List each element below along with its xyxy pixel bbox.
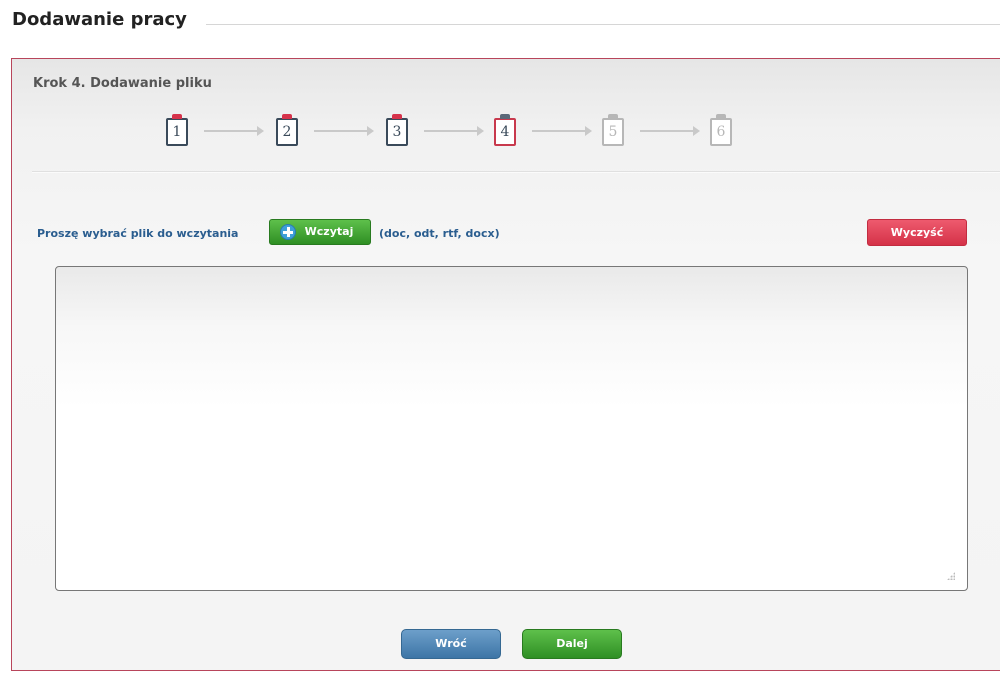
step-2-icon: 2 bbox=[276, 114, 298, 146]
step-number: 1 bbox=[172, 124, 182, 140]
allowed-formats: (doc, odt, rtf, docx) bbox=[379, 227, 500, 240]
next-button[interactable]: Dalej bbox=[522, 629, 622, 659]
step-6-icon: 6 bbox=[710, 114, 732, 146]
step-arrow-icon bbox=[314, 126, 374, 136]
step-3-icon: 3 bbox=[386, 114, 408, 146]
resize-grip-icon[interactable] bbox=[947, 572, 955, 580]
step-4-icon: 4 bbox=[494, 114, 516, 146]
load-file-label: Wczytaj bbox=[304, 225, 354, 238]
upload-prompt: Proszę wybrać plik do wczytania bbox=[37, 227, 239, 240]
step-arrow-icon bbox=[640, 126, 700, 136]
step-1-icon: 1 bbox=[166, 114, 188, 146]
step-5-icon: 5 bbox=[602, 114, 624, 146]
step-number: 5 bbox=[608, 124, 618, 140]
step-number: 6 bbox=[716, 124, 726, 140]
back-button[interactable]: Wróć bbox=[401, 629, 501, 659]
title-divider bbox=[206, 24, 1000, 25]
step-number: 3 bbox=[392, 124, 402, 140]
step-arrow-icon bbox=[532, 126, 592, 136]
step-number: 4 bbox=[500, 124, 510, 140]
clear-button[interactable]: Wyczyść bbox=[867, 219, 967, 246]
step-number: 2 bbox=[282, 124, 292, 140]
wizard-panel: Krok 4. Dodawanie pliku 1 2 3 4 5 6 Pros… bbox=[11, 58, 1000, 671]
wizard-stepper: 1 2 3 4 5 6 bbox=[12, 59, 1000, 179]
load-file-button[interactable]: Wczytaj bbox=[269, 219, 371, 245]
step-arrow-icon bbox=[424, 126, 484, 136]
page-title: Dodawanie pracy bbox=[12, 9, 187, 30]
content-textarea[interactable] bbox=[55, 266, 968, 591]
section-divider bbox=[32, 171, 1000, 173]
step-arrow-icon bbox=[204, 126, 264, 136]
plus-icon bbox=[280, 224, 296, 240]
